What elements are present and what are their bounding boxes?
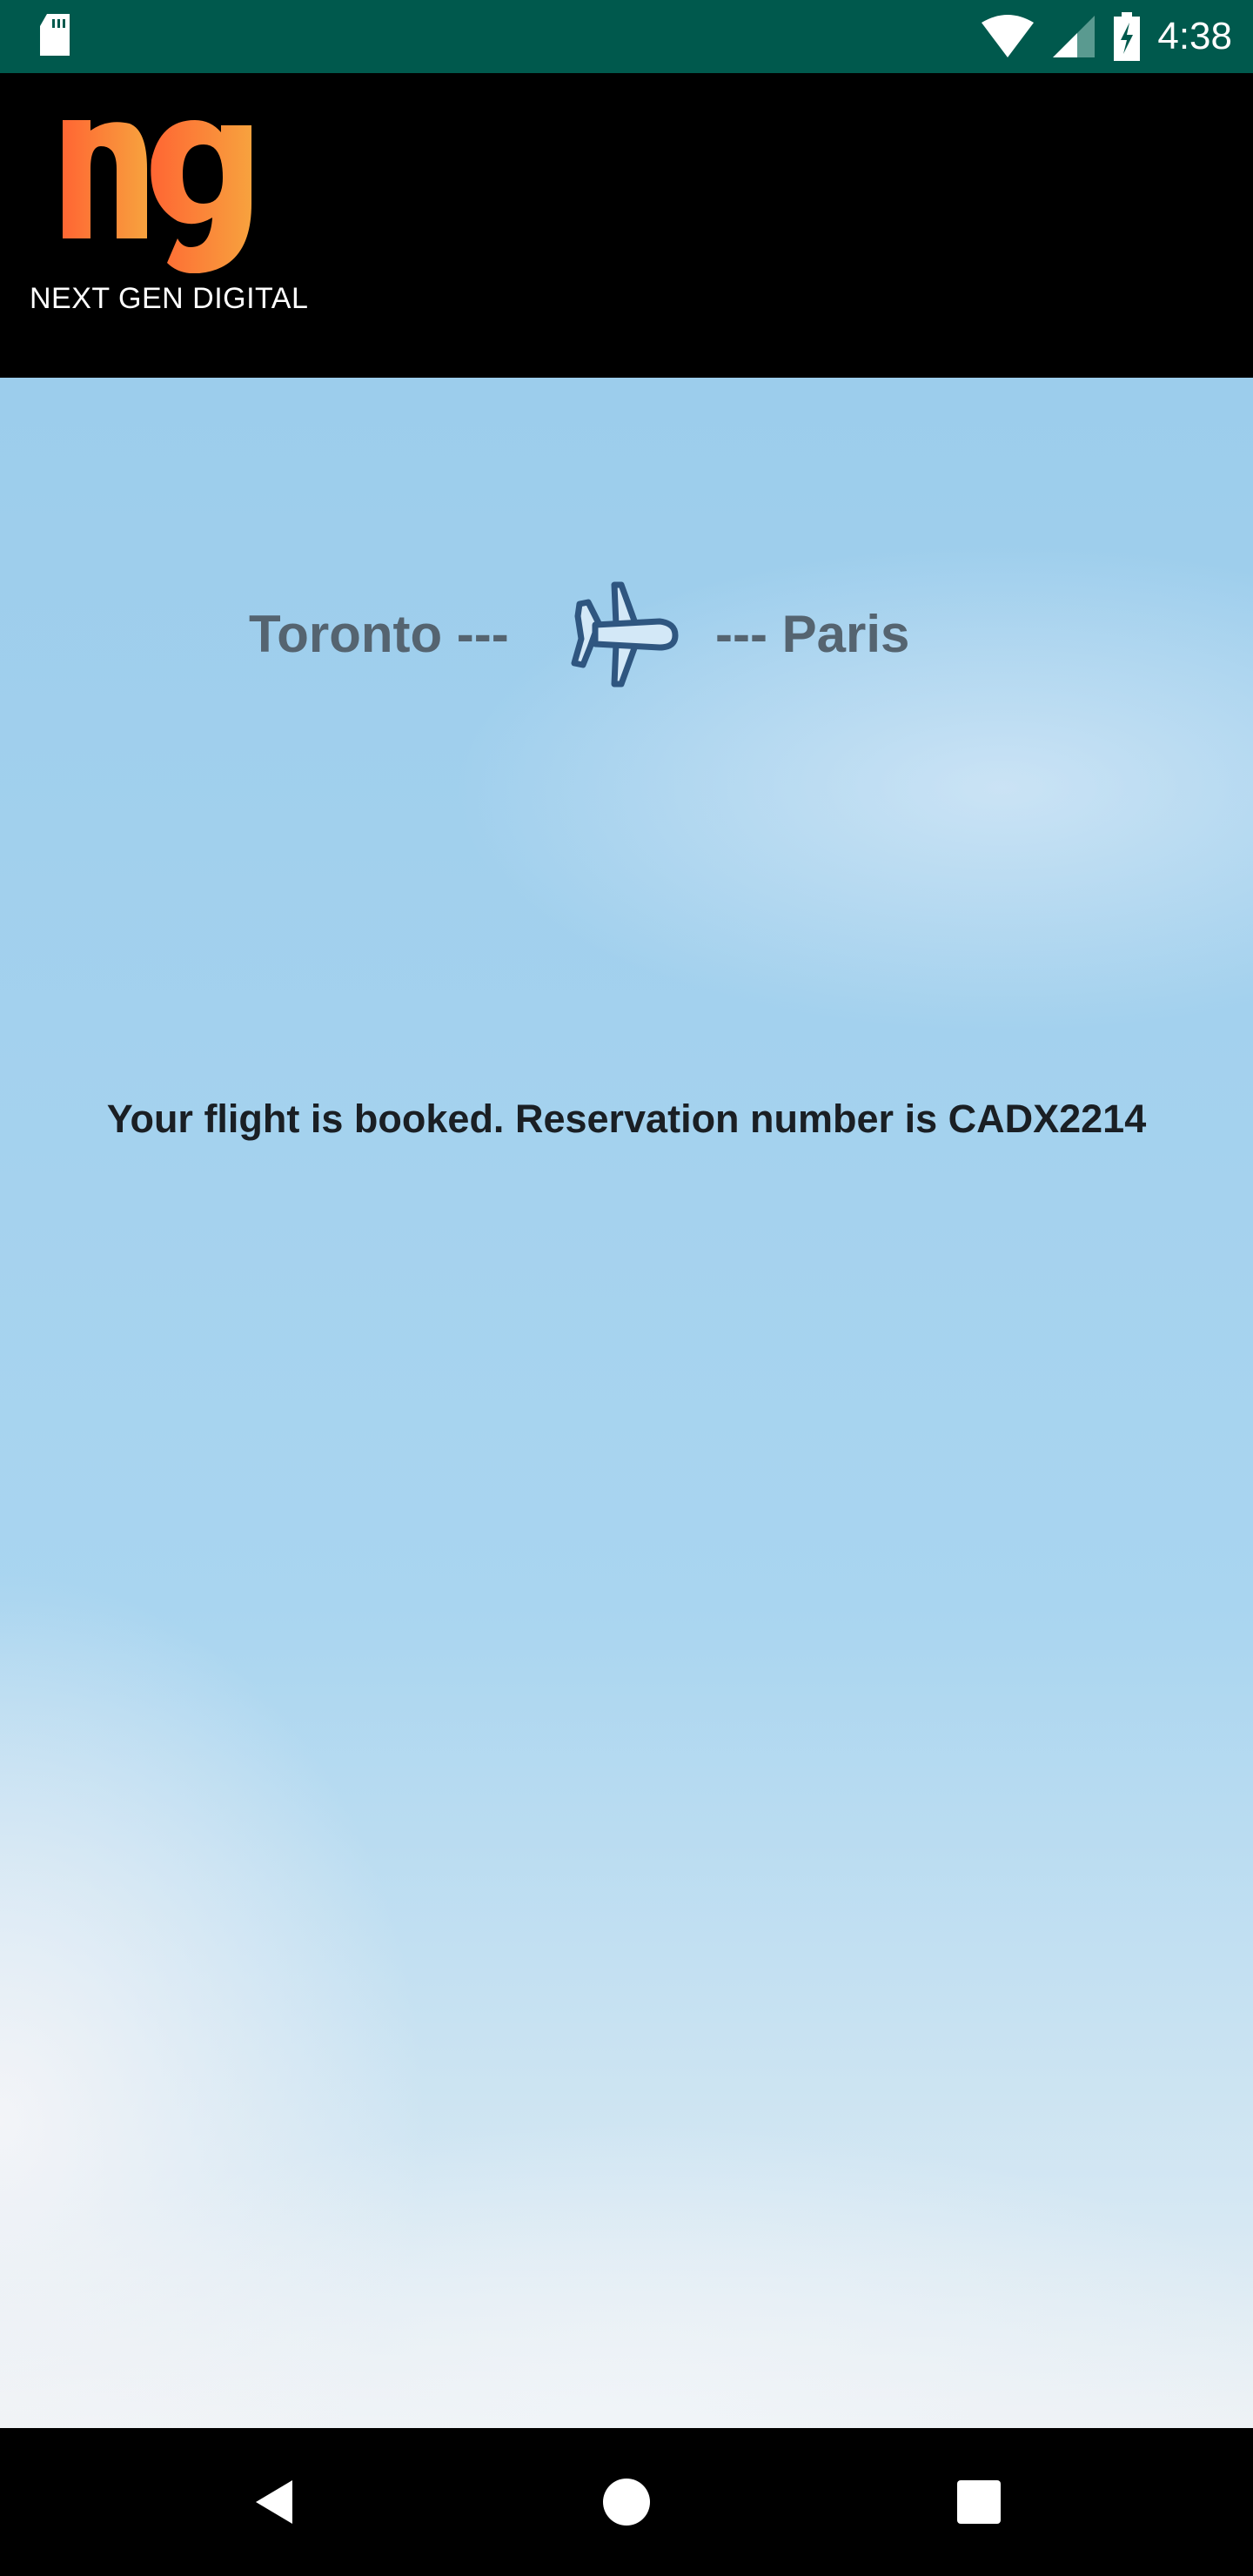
main-content: Toronto --- --- Paris Your flight is boo… [0,378,1253,2428]
app-header: NEXT GEN DIGITAL [0,73,1253,378]
status-bar: 4:38 [0,0,1253,73]
airplane-icon [571,581,679,688]
clock: 4:38 [1157,15,1232,57]
destination-city: --- Paris [715,605,910,663]
signal-icon [1053,16,1096,57]
navigation-bar [0,2428,1253,2576]
brand-logo [63,120,251,273]
back-button[interactable] [245,2472,306,2532]
wifi-icon [982,15,1035,57]
origin-city: Toronto --- [249,605,509,663]
brand-name: NEXT GEN DIGITAL [30,282,309,315]
booking-confirmation: Your flight is booked. Reservation numbe… [106,1097,1147,1141]
battery-charging-icon [1114,12,1141,61]
home-button[interactable] [596,2472,657,2532]
recents-button[interactable] [948,2472,1009,2532]
flight-route: Toronto --- --- Paris [0,578,1253,691]
sd-card-icon [40,14,70,56]
